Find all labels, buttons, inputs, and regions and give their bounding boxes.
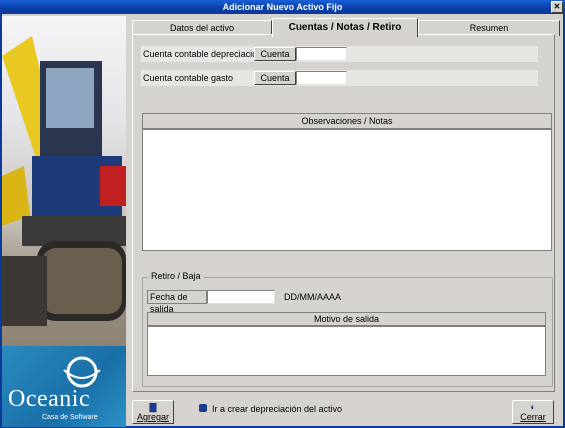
excavator-photo xyxy=(2,16,126,346)
depreciation-account-label: Cuenta contable depreciación xyxy=(143,49,263,59)
exit-reason-header: Motivo de salida xyxy=(147,312,546,326)
exit-reason-textarea[interactable] xyxy=(147,326,546,376)
add-button[interactable]: ▇ Agregar xyxy=(132,400,174,424)
close-icon[interactable]: ✕ xyxy=(551,1,563,13)
close-door-icon: ◐ xyxy=(530,402,536,412)
notes-header: Observaciones / Notas xyxy=(142,113,552,129)
expense-account-field[interactable] xyxy=(296,71,347,85)
date-format-hint: DD/MM/AAAA xyxy=(284,292,342,302)
add-button-label: Agregar xyxy=(136,412,170,422)
floppy-disk-icon: ▇ xyxy=(149,402,157,412)
exit-date-label: Fecha de salida xyxy=(147,290,207,314)
tab-cuentas-notas-retiro[interactable]: Cuentas / Notas / Retiro xyxy=(272,18,418,37)
depreciation-account-field[interactable] xyxy=(296,47,347,61)
logo-tagline: Casa de Software xyxy=(42,414,98,421)
go-depreciation-checkbox[interactable] xyxy=(199,404,207,412)
side-banner: Oceanic Casa de Software xyxy=(2,16,126,427)
window-title: Adicionar Nuevo Activo Fijo xyxy=(222,2,343,12)
notes-textarea[interactable] xyxy=(142,129,552,251)
depreciation-account-button[interactable]: Cuenta xyxy=(254,47,296,61)
exit-date-field[interactable] xyxy=(207,290,275,304)
expense-account-button[interactable]: Cuenta xyxy=(254,71,296,85)
window-titlebar: Adicionar Nuevo Activo Fijo ✕ xyxy=(0,0,565,14)
expense-account-label: Cuenta contable gasto xyxy=(143,73,234,83)
close-button-label: Cerrar xyxy=(520,412,546,422)
close-button[interactable]: ◐ Cerrar xyxy=(512,400,554,424)
oceanic-logo: Oceanic Casa de Software xyxy=(2,346,126,427)
retire-group-title: Retiro / Baja xyxy=(148,271,204,281)
logo-word: Oceanic xyxy=(8,386,91,412)
go-depreciation-label: Ir a crear depreciación del activo xyxy=(212,404,343,414)
